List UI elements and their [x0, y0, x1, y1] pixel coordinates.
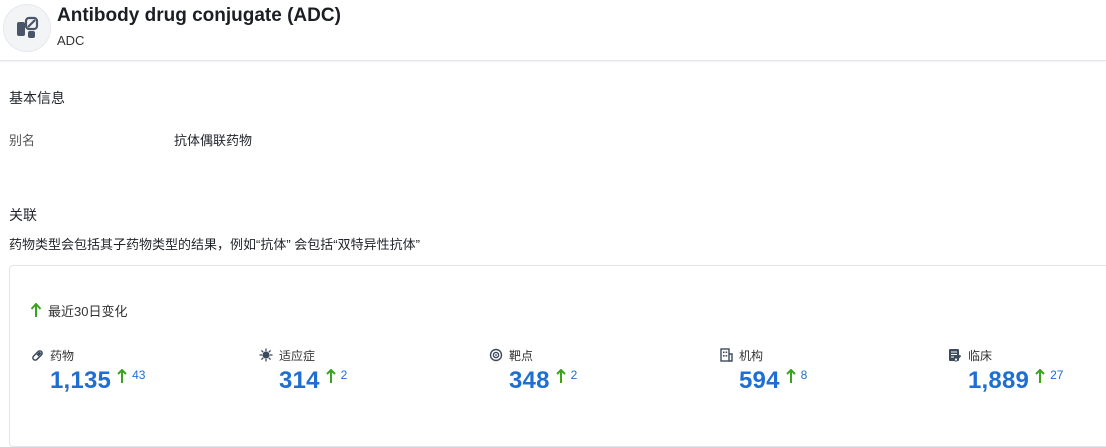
- stats-card: 最近30日变化 药物 1,135 43 适应症 314 2 靶点 348 2 机…: [9, 265, 1106, 447]
- relations-title: 关联: [9, 207, 37, 223]
- arrow-up-icon: [785, 369, 796, 383]
- recent-change-label: 最近30日变化: [48, 304, 128, 319]
- stat-indications[interactable]: 适应症 314 2: [259, 346, 459, 395]
- drug-type-logo: [3, 4, 51, 52]
- page-header: Antibody drug conjugate (ADC) ADC: [0, 0, 1106, 61]
- arrow-up-icon: [117, 369, 127, 383]
- alias-value: 抗体偶联药物: [174, 133, 253, 148]
- pill-icon: [30, 348, 44, 362]
- stat-organizations[interactable]: 机构 594 8: [719, 346, 919, 395]
- stat-label: 药物: [50, 348, 75, 363]
- stat-delta[interactable]: 43: [132, 368, 145, 382]
- arrow-up-icon: [30, 303, 42, 317]
- stat-delta[interactable]: 2: [341, 368, 348, 382]
- stat-label: 适应症: [279, 348, 316, 363]
- stat-value[interactable]: 594: [739, 367, 780, 395]
- stat-value[interactable]: 1,889: [968, 367, 1029, 395]
- stat-value[interactable]: 1,135: [50, 367, 111, 395]
- target-icon: [489, 348, 503, 362]
- basic-info-title: 基本信息: [9, 90, 65, 106]
- alias-label: 别名: [9, 133, 36, 148]
- stat-label: 靶点: [509, 348, 534, 363]
- stat-value[interactable]: 348: [509, 367, 550, 395]
- arrow-up-icon: [1035, 369, 1045, 383]
- building-icon: [719, 348, 733, 362]
- capsule-pill-icon: [17, 16, 39, 38]
- relations-note: 药物类型会包括其子药物类型的结果，例如“抗体” 会包括“双特异性抗体”: [9, 237, 420, 252]
- stat-label: 临床: [968, 348, 993, 363]
- stat-drugs[interactable]: 药物 1,135 43: [30, 346, 230, 395]
- clinical-doc-icon: [948, 348, 962, 362]
- recent-change-header: 最近30日变化: [30, 301, 127, 320]
- stat-label: 机构: [739, 348, 764, 363]
- arrow-up-icon: [555, 369, 566, 383]
- stat-delta[interactable]: 27: [1050, 368, 1063, 382]
- stat-delta[interactable]: 2: [571, 368, 578, 382]
- arrow-up-icon: [325, 369, 336, 383]
- stat-value[interactable]: 314: [279, 367, 320, 395]
- page-title: Antibody drug conjugate (ADC): [57, 5, 341, 26]
- stat-delta[interactable]: 8: [801, 368, 808, 382]
- page-subtitle: ADC: [57, 33, 85, 48]
- stat-clinical[interactable]: 临床 1,889 27: [948, 346, 1106, 395]
- stat-targets[interactable]: 靶点 348 2: [489, 346, 689, 395]
- virus-icon: [259, 348, 273, 362]
